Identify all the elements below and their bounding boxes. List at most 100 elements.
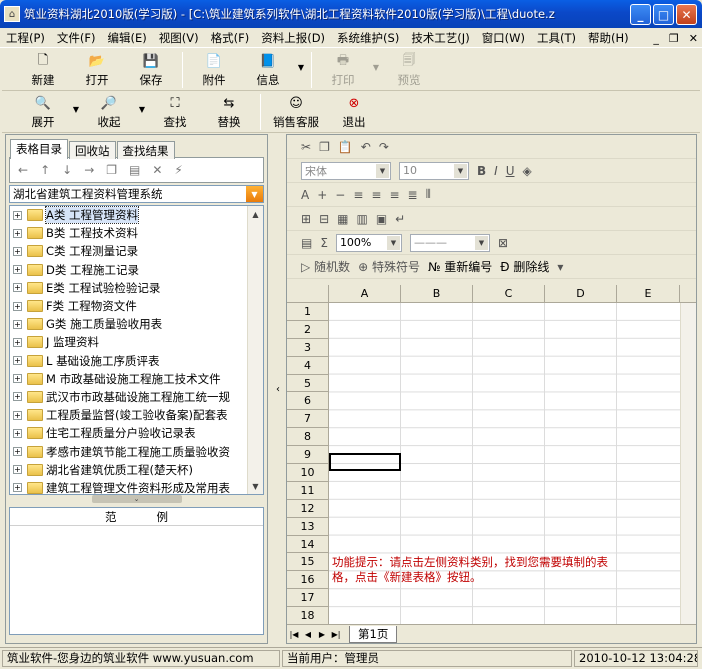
merge-icon[interactable]: ▦ [337, 212, 348, 226]
chevron-down-icon[interactable]: ▼ [454, 163, 467, 178]
menu-project[interactable]: 工程(P) [0, 30, 51, 46]
strikethrough-button[interactable]: Ð 删除线 [500, 258, 549, 275]
table-icon[interactable]: ▤ [301, 236, 312, 250]
row-header[interactable]: 8 [287, 428, 329, 447]
expand-toggle-icon[interactable]: + [13, 483, 22, 493]
redo-icon[interactable]: ↷ [379, 140, 389, 154]
underline-icon[interactable]: U [506, 164, 515, 178]
menu-system[interactable]: 系统维护(S) [331, 30, 405, 46]
collapse-dropdown-icon[interactable]: ▼ [136, 91, 148, 114]
row-header[interactable]: 1 [287, 303, 329, 321]
info-dropdown-icon[interactable]: ▼ [295, 49, 307, 72]
expand-toggle-icon[interactable]: + [13, 228, 22, 238]
column-header[interactable]: E [617, 285, 680, 302]
tree-item[interactable]: + E类 工程试验检验记录 [10, 279, 263, 297]
expand-toggle-icon[interactable]: + [13, 210, 22, 220]
chevron-down-icon[interactable]: ▼ [474, 235, 488, 250]
tab-table-catalog[interactable]: 表格目录 [10, 139, 68, 159]
menu-tools[interactable]: 工具(T) [531, 30, 582, 46]
mdi-restore-icon[interactable]: ❐ [669, 32, 679, 45]
row-header[interactable]: 9 [287, 446, 329, 465]
chevron-down-icon[interactable]: ▼ [246, 186, 263, 202]
row-header[interactable]: 10 [287, 464, 329, 482]
expand-toggle-icon[interactable]: + [13, 447, 22, 457]
preview-button[interactable]: 🗐 预览 [382, 49, 436, 88]
wrap-icon[interactable]: ↵ [395, 212, 405, 226]
line-style-select[interactable]: ——— ▼ [409, 233, 490, 252]
special-char-button[interactable]: ⊕ 特殊符号 [358, 258, 420, 275]
tree-item[interactable]: + G类 施工质量验收用表 [10, 315, 263, 333]
scroll-down-icon[interactable]: ▼ [248, 478, 263, 494]
attach-button[interactable]: 📄 附件 [187, 49, 241, 88]
expand-toggle-icon[interactable]: + [13, 337, 22, 347]
tab-recycle-bin[interactable]: 回收站 [69, 141, 116, 159]
expand-toggle-icon[interactable]: + [13, 374, 22, 384]
scroll-up-icon[interactable]: ▲ [248, 206, 263, 222]
expand-toggle-icon[interactable]: + [13, 410, 22, 420]
close-button[interactable]: ✕ [676, 4, 697, 25]
column-header[interactable]: C [473, 285, 545, 302]
sheet-tab[interactable]: 第1页 [349, 625, 398, 643]
tree-item[interactable]: + J 监理资料 [10, 333, 263, 351]
tab-search-results[interactable]: 查找结果 [116, 141, 175, 159]
tree-item[interactable]: + 孝感市建筑节能工程施工质量验收资 [10, 442, 263, 460]
row-header[interactable]: 14 [287, 535, 329, 554]
plus-icon[interactable]: + [317, 188, 327, 202]
last-sheet-icon[interactable]: ▶| [329, 630, 343, 639]
font-color-icon[interactable]: A [301, 188, 309, 202]
insert-col-icon[interactable]: ⊟ [319, 212, 329, 226]
tree-item[interactable]: + 湖北省建筑优质工程(楚天杯) [10, 461, 263, 479]
print-dropdown-icon[interactable]: ▼ [370, 49, 382, 72]
row-header[interactable]: 6 [287, 392, 329, 411]
align-center-icon[interactable]: ≡ [371, 188, 381, 202]
extra-dropdown-icon[interactable]: ▾ [557, 260, 563, 274]
spreadsheet[interactable]: A B C D E 1 2 3 4 5 6 7 8 9 10 11 12 13 … [287, 285, 696, 625]
tree-item[interactable]: + 住宅工程质量分户验收记录表 [10, 424, 263, 442]
row-header[interactable]: 2 [287, 320, 329, 339]
new-button[interactable]: 🗋 新建 [16, 49, 70, 88]
undo-icon[interactable]: ↶ [361, 140, 371, 154]
tree-item[interactable]: + B类 工程技术资料 [10, 224, 263, 242]
sheet-scrollbar[interactable] [680, 303, 696, 625]
arrow-left-icon[interactable]: ← [18, 163, 28, 177]
row-header[interactable]: 11 [287, 481, 329, 500]
menu-tech[interactable]: 技术工艺(J) [405, 30, 475, 46]
row-header[interactable]: 16 [287, 571, 329, 590]
sum-icon[interactable]: Σ [320, 236, 328, 250]
menu-edit[interactable]: 编辑(E) [102, 30, 153, 46]
panel-splitter[interactable]: ⌄ [9, 495, 264, 507]
expand-toggle-icon[interactable]: + [13, 356, 22, 366]
expand-button[interactable]: 🔍 展开 [16, 91, 70, 130]
column-header[interactable]: A [329, 285, 401, 302]
border-style-icon[interactable]: ⊠ [498, 236, 508, 250]
row-header[interactable]: 3 [287, 338, 329, 357]
next-sheet-icon[interactable]: ▶ [315, 630, 329, 639]
replace-button[interactable]: ⇆ 替换 [202, 91, 256, 130]
fill-color-icon[interactable]: ◈ [523, 164, 532, 178]
split-icon[interactable]: ▥ [356, 212, 367, 226]
chevron-down-icon[interactable]: ▼ [376, 163, 389, 178]
mdi-close-icon[interactable]: ✕ [689, 32, 698, 45]
first-sheet-icon[interactable]: |◀ [287, 630, 301, 639]
renumber-button[interactable]: № 重新编号 [428, 258, 492, 275]
chevron-down-icon[interactable]: ⌄ [91, 495, 182, 503]
tree-item[interactable]: + 武汉市市政基础设施工程施工统一规 [10, 388, 263, 406]
justify-icon[interactable]: ≣ [408, 188, 418, 202]
collapse-button[interactable]: 🔎 收起 [82, 91, 136, 130]
expand-toggle-icon[interactable]: + [13, 319, 22, 329]
expand-toggle-icon[interactable]: + [13, 428, 22, 438]
tree-item[interactable]: + M 市政基础设施工程施工技术文件 [10, 370, 263, 388]
expand-toggle-icon[interactable]: + [13, 465, 22, 475]
random-button[interactable]: ▷ 随机数 [301, 258, 350, 275]
tree-item[interactable]: + 工程质量监督(竣工验收备案)配套表 [10, 406, 263, 424]
bold-icon[interactable]: B [477, 164, 486, 178]
align-left-icon[interactable]: ≡ [353, 188, 363, 202]
menu-format[interactable]: 格式(F) [205, 30, 256, 46]
menu-window[interactable]: 窗口(W) [476, 30, 531, 46]
expand-dropdown-icon[interactable]: ▼ [70, 91, 82, 114]
system-select[interactable]: 湖北省建筑工程资料管理系统 ▼ [9, 185, 264, 203]
border-icon[interactable]: ▣ [376, 212, 387, 226]
expand-toggle-icon[interactable]: + [13, 265, 22, 275]
tree-item[interactable]: + D类 工程施工记录 [10, 261, 263, 279]
align-right-icon[interactable]: ≡ [389, 188, 399, 202]
